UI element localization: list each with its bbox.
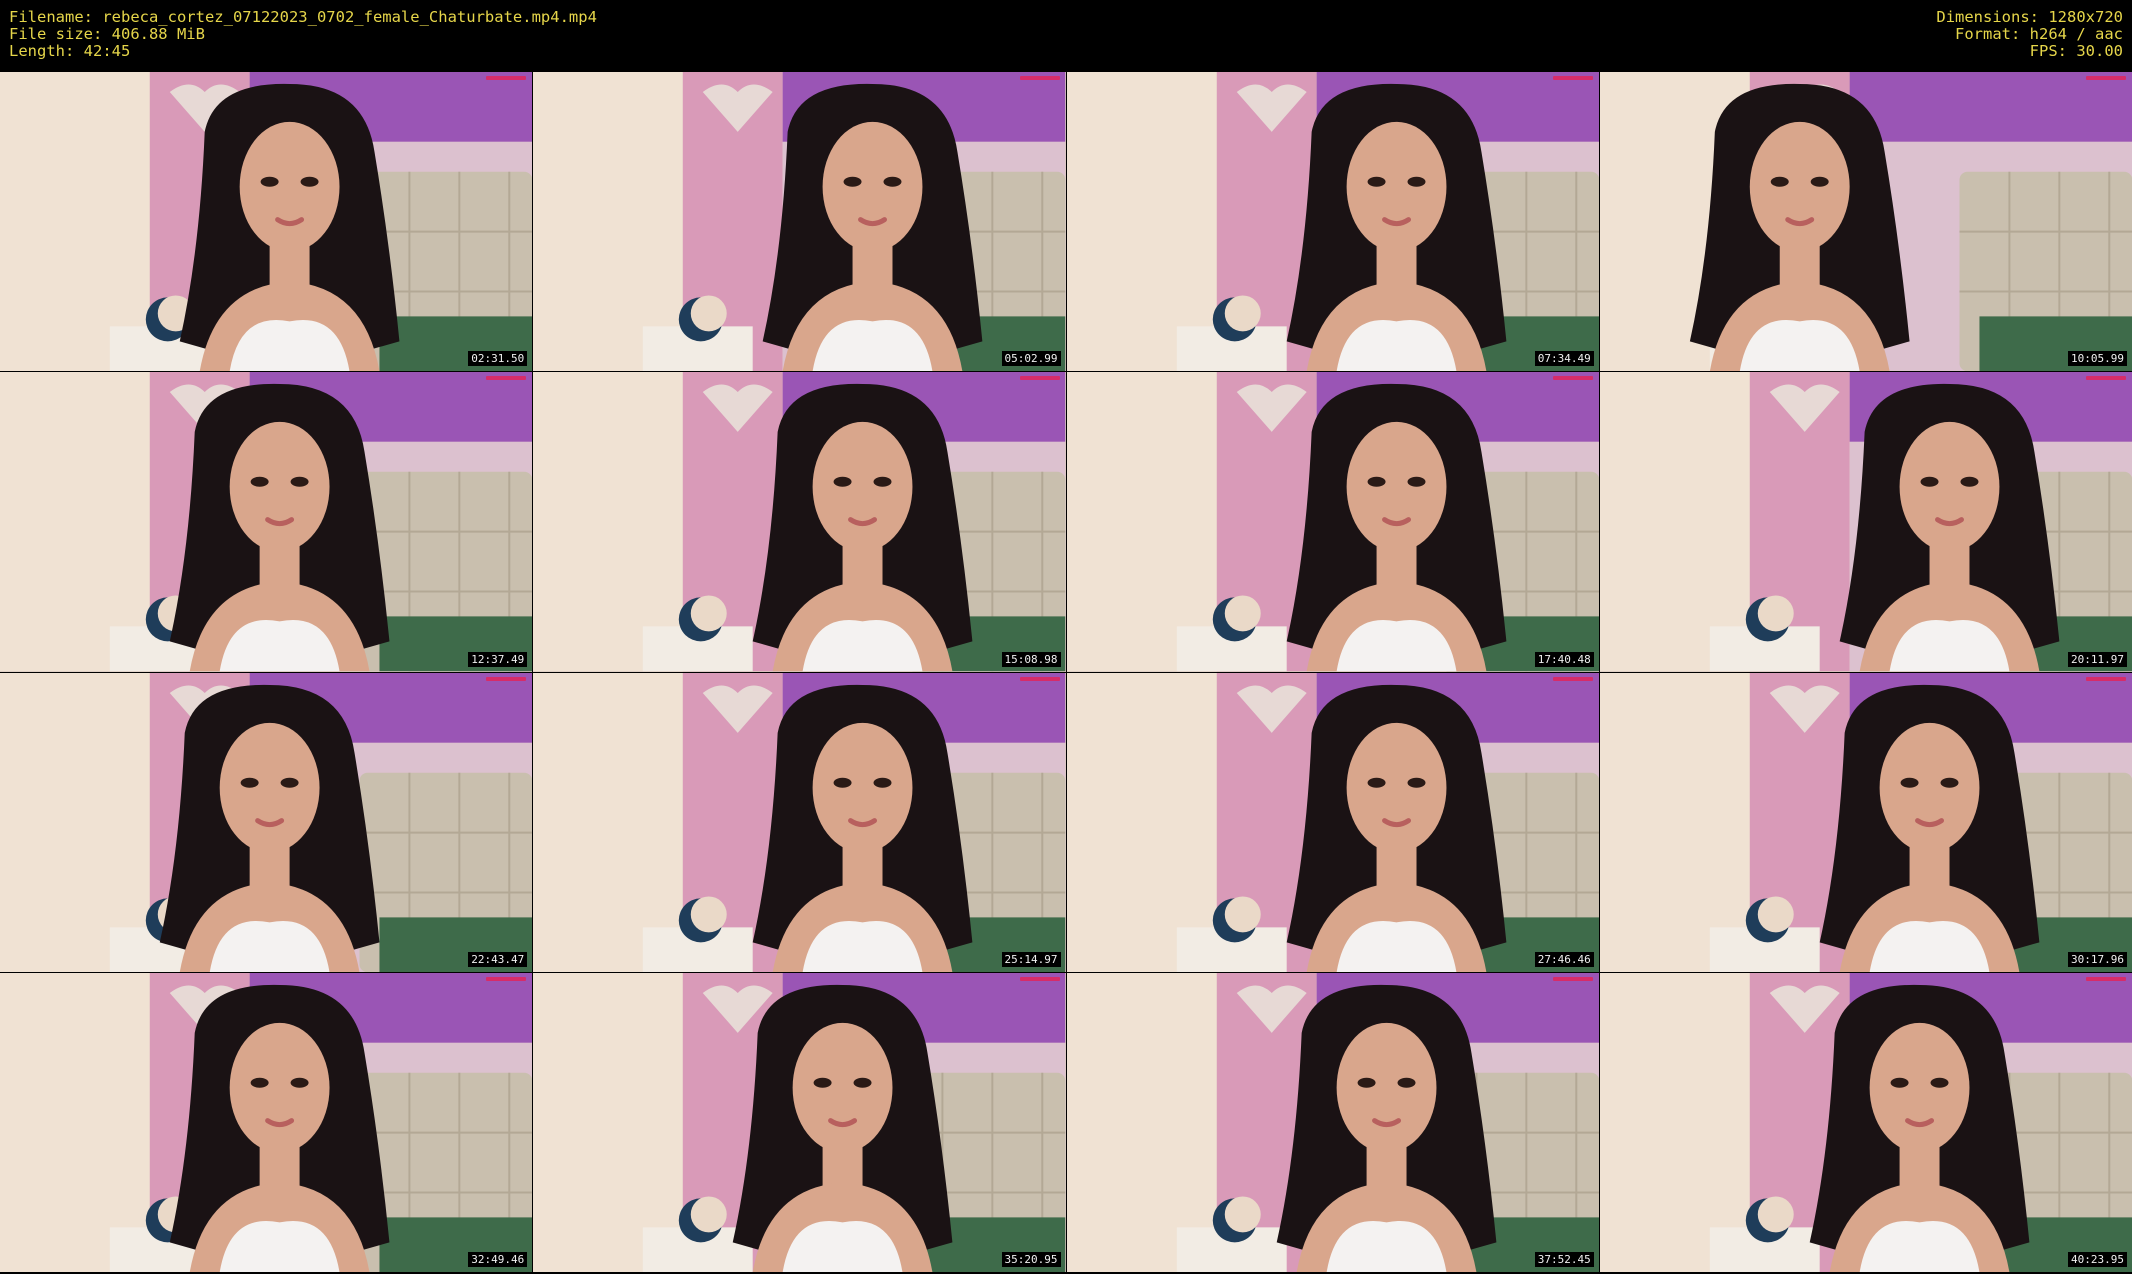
video-thumbnail[interactable]: 12:37.49	[0, 372, 533, 672]
watermark	[1019, 676, 1060, 681]
timestamp-label: 17:40.48	[1534, 651, 1594, 667]
timestamp-label: 15:08.98	[1001, 651, 1061, 667]
video-thumbnail[interactable]: 30:17.96	[1599, 672, 2132, 972]
timestamp-label: 32:49.46	[468, 1252, 528, 1267]
watermark	[2086, 976, 2126, 981]
timestamp-label: 35:20.95	[1001, 1252, 1061, 1267]
video-thumbnail[interactable]: 32:49.46	[0, 972, 533, 1272]
video-thumbnail[interactable]: 37:52.45	[1066, 972, 1599, 1272]
frame-image	[0, 372, 533, 672]
timestamp-label: 27:46.46	[1534, 951, 1594, 967]
frame-image	[533, 672, 1066, 972]
watermark	[1552, 976, 1593, 981]
frame-image	[1599, 972, 2132, 1272]
video-thumbnail[interactable]: 05:02.99	[533, 72, 1066, 372]
video-thumbnail[interactable]: 35:20.95	[533, 972, 1066, 1272]
watermark	[1552, 76, 1593, 80]
video-thumbnail[interactable]: 25:14.97	[533, 672, 1066, 972]
video-thumbnail[interactable]: 27:46.46	[1066, 672, 1599, 972]
timestamp-label: 10:05.99	[2068, 351, 2127, 367]
watermark	[486, 976, 527, 981]
thumbnail-grid: 02:31.50 05:02.99 07:34.49 10:05.99 12:37.49…	[0, 72, 2132, 1272]
frame-image	[1599, 372, 2132, 672]
video-thumbnail[interactable]: 07:34.49	[1066, 72, 1599, 372]
video-thumbnail[interactable]: 02:31.50	[0, 72, 533, 372]
watermark	[1019, 376, 1060, 381]
watermark	[2086, 376, 2126, 381]
frame-image	[1066, 672, 1599, 972]
timestamp-label: 37:52.45	[1534, 1252, 1594, 1267]
timestamp-label: 22:43.47	[468, 951, 528, 967]
frame-image	[1066, 372, 1599, 672]
video-info: Dimensions: 1280x720 Format: h264 / aac …	[1936, 9, 2123, 60]
timestamp-label: 25:14.97	[1001, 951, 1061, 967]
video-thumbnail[interactable]: 22:43.47	[0, 672, 533, 972]
video-thumbnail[interactable]: 17:40.48	[1066, 372, 1599, 672]
video-thumbnail[interactable]: 20:11.97	[1599, 372, 2132, 672]
frame-image	[1066, 972, 1599, 1272]
timestamp-label: 40:23.95	[2068, 1252, 2127, 1267]
video-thumbnail[interactable]: 10:05.99	[1599, 72, 2132, 372]
dimensions-text: Dimensions: 1280x720	[1936, 8, 2123, 26]
format-text: Format: h264 / aac	[1955, 25, 2123, 43]
frame-image	[0, 972, 533, 1272]
contact-sheet-header: Filename: rebeca_cortez_07122023_0702_fe…	[0, 0, 2132, 72]
watermark	[486, 376, 527, 381]
timestamp-label: 02:31.50	[468, 351, 528, 367]
watermark	[1552, 376, 1593, 381]
length-text: Length: 42:45	[9, 42, 131, 60]
filesize-text: File size: 406.88 MiB	[9, 25, 205, 43]
timestamp-label: 20:11.97	[2068, 651, 2127, 667]
frame-image	[1599, 72, 2132, 372]
watermark	[486, 76, 527, 80]
timestamp-label: 05:02.99	[1001, 351, 1061, 367]
filename-text: Filename: rebeca_cortez_07122023_0702_fe…	[9, 8, 597, 26]
video-thumbnail[interactable]: 15:08.98	[533, 372, 1066, 672]
file-info: Filename: rebeca_cortez_07122023_0702_fe…	[9, 9, 597, 60]
watermark	[1019, 76, 1060, 80]
timestamp-label: 30:17.96	[2068, 951, 2127, 967]
frame-image	[0, 72, 533, 372]
watermark	[2086, 76, 2126, 80]
frame-image	[1599, 672, 2132, 972]
watermark	[1019, 976, 1060, 981]
video-thumbnail[interactable]: 40:23.95	[1599, 972, 2132, 1272]
timestamp-label: 12:37.49	[468, 651, 528, 667]
fps-text: FPS: 30.00	[2029, 42, 2123, 60]
frame-image	[533, 372, 1066, 672]
timestamp-label: 07:34.49	[1534, 351, 1594, 367]
watermark	[1552, 676, 1593, 681]
frame-image	[533, 72, 1066, 372]
frame-image	[1066, 72, 1599, 372]
frame-image	[0, 672, 533, 972]
watermark	[486, 676, 527, 681]
watermark	[2086, 676, 2126, 681]
frame-image	[533, 972, 1066, 1272]
